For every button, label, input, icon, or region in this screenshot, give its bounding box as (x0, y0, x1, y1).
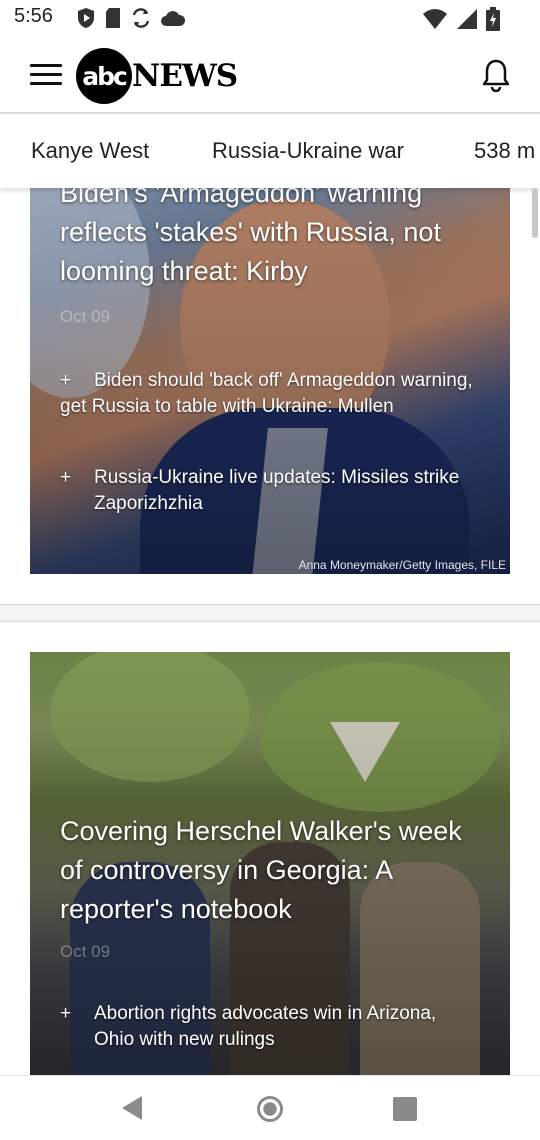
app-header: abc NEWS (0, 36, 540, 114)
recents-square-icon[interactable] (393, 1097, 417, 1121)
logo-news: NEWS (132, 58, 238, 94)
story-card[interactable]: Biden's 'Armageddon' warning reflects 's… (30, 188, 510, 574)
sd-card-icon (106, 8, 120, 28)
home-circle-icon[interactable] (257, 1096, 283, 1122)
logo-abc: abc (76, 48, 132, 104)
plus-icon: + (60, 467, 72, 488)
topic-kanye-west[interactable]: Kanye West (31, 138, 149, 164)
play-protect-icon (78, 8, 94, 28)
topic-russia-ukraine-war[interactable]: Russia-Ukraine war (212, 138, 404, 164)
story-date: Oct 09 (60, 942, 111, 961)
status-icons-right (422, 7, 500, 31)
related-story-link[interactable]: + Russia-Ukraine live updates: Missiles … (60, 465, 480, 517)
back-triangle-icon[interactable] (122, 1096, 142, 1120)
related-story-link[interactable]: + Biden should 'back off' Armageddon war… (60, 368, 480, 420)
related-story-link[interactable]: + Abortion rights advocates win in Arizo… (60, 1001, 480, 1053)
scrollbar[interactable] (532, 188, 538, 238)
plus-icon: + (60, 1003, 72, 1024)
hamburger-menu-icon[interactable] (30, 64, 62, 88)
status-icons-left (76, 7, 186, 29)
photo-credit: Anna Moneymaker/Getty Images, FILE (298, 558, 506, 572)
sync-icon (132, 8, 150, 28)
story-divider (0, 604, 540, 622)
story-headline[interactable]: Covering Herschel Walker's week of contr… (60, 812, 480, 929)
system-nav-bar (0, 1075, 540, 1140)
plus-icon: + (60, 370, 72, 391)
status-time: 5:56 (14, 5, 53, 27)
status-bar: 5:56 (0, 0, 540, 36)
abc-news-logo[interactable]: abc NEWS (76, 48, 238, 104)
cloud-icon (161, 11, 186, 26)
news-feed[interactable]: Biden's 'Armageddon' warning reflects 's… (0, 188, 540, 1075)
related-story-text: Abortion rights advocates win in Arizona… (94, 1003, 437, 1050)
notification-bell-icon[interactable] (480, 58, 512, 93)
wifi-icon (423, 9, 447, 29)
cell-signal-icon (457, 9, 477, 29)
story-date: Oct 09 (60, 307, 111, 326)
related-story-text: Biden should 'back off' Armageddon warni… (60, 370, 473, 417)
battery-icon (486, 7, 500, 31)
story-card[interactable]: Covering Herschel Walker's week of contr… (30, 652, 510, 1075)
story-headline[interactable]: Biden's 'Armageddon' warning reflects 's… (60, 188, 480, 291)
topic-538[interactable]: 538 m (474, 138, 535, 164)
topics-bar: Kanye West Russia-Ukraine war 538 m (0, 116, 540, 188)
related-story-text: Russia-Ukraine live updates: Missiles st… (94, 467, 460, 514)
